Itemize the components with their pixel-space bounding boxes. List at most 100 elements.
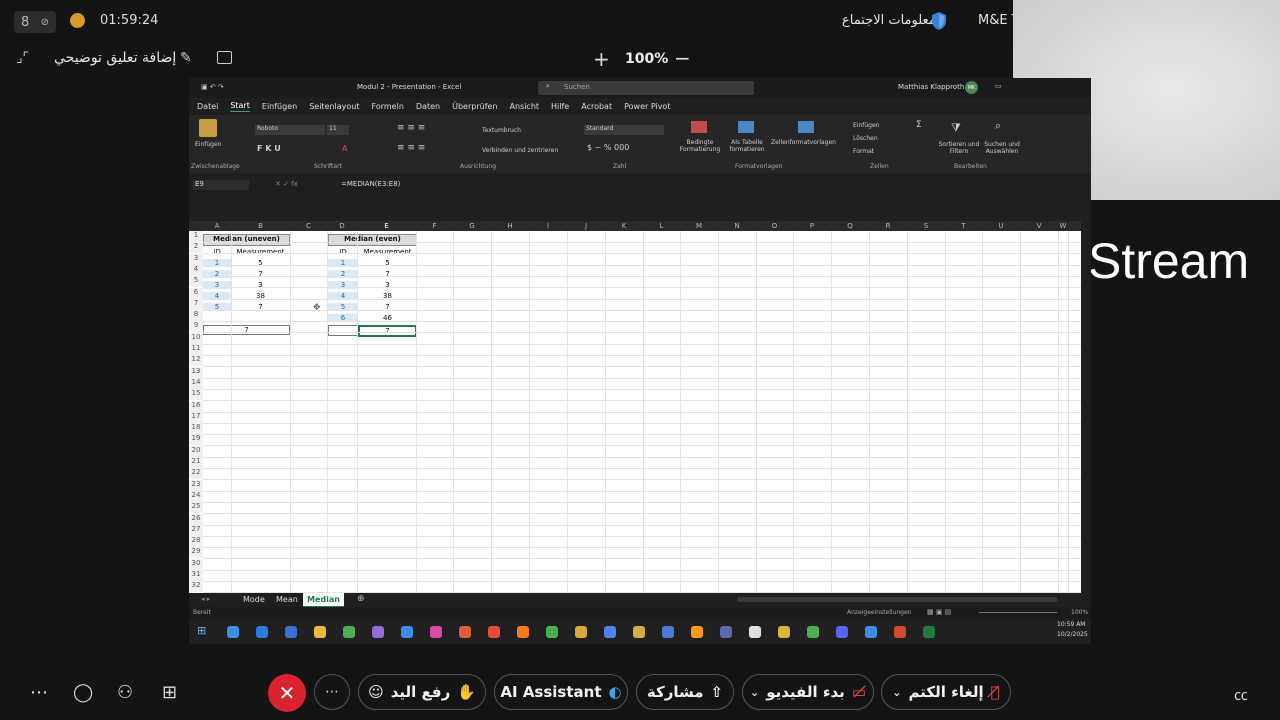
row-number[interactable]: 21 <box>189 457 203 468</box>
uneven-id-header[interactable]: ID <box>203 248 231 256</box>
currency-percent-icons[interactable]: $ ~ % 000 <box>587 143 629 152</box>
add-annotation-button[interactable]: إضافة تعليق توضيحي <box>54 50 176 66</box>
sheet-nav-icon[interactable]: ◂ ▸ <box>201 595 210 603</box>
ai-assistant-button[interactable]: AI Assistant ◐ <box>494 674 628 710</box>
screen-share-icon[interactable] <box>217 51 232 64</box>
taskbar-app-icon[interactable] <box>430 626 442 638</box>
row-number[interactable]: 13 <box>189 366 203 378</box>
sort-filter-label[interactable]: Sortieren und Filtern <box>935 141 983 155</box>
row-number[interactable]: 1 <box>189 231 203 242</box>
row-number[interactable]: 5 <box>189 276 203 288</box>
taskbar-app-icon[interactable] <box>546 626 558 638</box>
share-button[interactable]: مشاركة ⇧ <box>636 674 734 710</box>
row-number[interactable]: 26 <box>189 513 203 525</box>
font-select[interactable]: Roboto <box>255 125 325 135</box>
table-row[interactable]: 5 <box>231 259 290 267</box>
conditional-format-icon[interactable] <box>691 121 707 133</box>
taskbar-app-icon[interactable] <box>720 626 732 638</box>
row-number[interactable]: 9 <box>189 321 203 333</box>
participants-count-badge[interactable]: 8 ⊘ <box>14 11 56 33</box>
format-cells-button[interactable]: Format <box>853 148 874 155</box>
menu-acrobat[interactable]: Acrobat <box>581 102 612 111</box>
formula-cancel-confirm-icons[interactable]: ✕ ✓ fx <box>275 180 298 188</box>
taskbar-app-icon[interactable] <box>604 626 616 638</box>
taskbar-app-icon[interactable] <box>314 626 326 638</box>
shared-excel-window[interactable]: ▣ ↶ ↷ Modul 2 - Presentation - Excel Suc… <box>189 78 1091 644</box>
uneven-measurement-header[interactable]: Measurement <box>231 248 290 256</box>
even-measurement-header[interactable]: Measurement <box>358 248 417 256</box>
row-number[interactable]: 4 <box>189 264 203 276</box>
row-number[interactable]: 17 <box>189 411 203 423</box>
view-mode-icons[interactable]: ▦ ▣ ▤ <box>927 608 951 616</box>
meeting-info-link[interactable]: معلومات الاجتماع <box>842 13 936 28</box>
taskbar-app-icon[interactable] <box>633 626 645 638</box>
menu-ueberpruefen[interactable]: Überprüfen <box>452 102 497 111</box>
zoom-out-button[interactable]: − <box>674 46 691 70</box>
even-empty-cell[interactable] <box>328 325 358 336</box>
captions-icon[interactable]: ㏄ <box>1234 685 1248 705</box>
uneven-median-result[interactable]: 7 <box>203 325 290 335</box>
table-row[interactable]: 5 <box>358 259 417 267</box>
find-select-icon[interactable]: ⌕ <box>995 119 1001 133</box>
find-select-label[interactable]: Suchen und Auswählen <box>982 141 1022 155</box>
row-number[interactable]: 10 <box>189 332 203 344</box>
format-as-table-label[interactable]: Als Tabelle formatieren <box>725 139 769 153</box>
more-options-icon[interactable]: ⋯ <box>30 682 48 703</box>
taskbar-app-icon[interactable] <box>865 626 877 638</box>
row-number[interactable]: 25 <box>189 502 203 514</box>
tab-mode[interactable]: Mode <box>243 595 265 604</box>
taskbar-app-icon[interactable] <box>575 626 587 638</box>
menu-datei[interactable]: Datei <box>197 102 218 111</box>
table-row[interactable]: 1 <box>203 259 231 267</box>
cell-styles-label[interactable]: Zellenformatvorlagen <box>771 139 836 146</box>
excel-search-box[interactable]: Suchen <box>538 81 754 95</box>
sort-filter-icon[interactable]: ⧩ <box>951 121 961 135</box>
display-settings[interactable]: Anzeigeeinstellungen <box>847 609 912 616</box>
format-as-table-icon[interactable] <box>738 121 754 133</box>
bold-button[interactable]: F K U <box>257 144 281 153</box>
annotation-pen-icon[interactable]: ✎ <box>180 50 192 66</box>
menu-formeln[interactable]: Formeln <box>372 102 404 111</box>
conditional-format-label[interactable]: Bedingte Formatierung <box>675 139 725 153</box>
row-number[interactable]: 3 <box>189 253 203 265</box>
participants-icon[interactable]: ⚇ <box>117 682 133 703</box>
row-number[interactable]: 30 <box>189 558 203 570</box>
row-number[interactable]: 27 <box>189 524 203 536</box>
menu-seitenlayout[interactable]: Seitenlayout <box>309 102 359 111</box>
unmute-button[interactable]: ⌄ إلغاء الكتم 🎙̸ <box>881 674 1011 710</box>
zoom-in-button[interactable]: + <box>593 47 610 71</box>
row-number[interactable]: 15 <box>189 389 203 401</box>
horizontal-scrollbar[interactable] <box>737 597 1057 602</box>
row-number[interactable]: 12 <box>189 355 203 367</box>
start-video-button[interactable]: ⌄ بدء الفيديو ▭̸ <box>742 674 874 710</box>
menu-hilfe[interactable]: Hilfe <box>551 102 569 111</box>
taskbar-app-icon[interactable] <box>285 626 297 638</box>
row-number[interactable]: 18 <box>189 423 203 435</box>
taskbar-app-icon[interactable] <box>372 626 384 638</box>
merge-center-button[interactable]: Verbinden und zentrieren <box>482 147 558 154</box>
row-number[interactable]: 32 <box>189 581 203 593</box>
worksheet-grid[interactable]: Median (uneven) ID Measurement 1 5 2 7 3… <box>189 231 1081 593</box>
raise-hand-button[interactable]: ☺ رفع اليد ✋ <box>358 674 486 710</box>
delete-cells-button[interactable]: Löschen <box>853 135 878 142</box>
menu-start[interactable]: Start <box>230 101 250 112</box>
row-number[interactable]: 22 <box>189 468 203 480</box>
taskbar-app-icon[interactable] <box>256 626 268 638</box>
insert-cells-button[interactable]: Einfügen <box>853 122 879 129</box>
row-number[interactable]: 6 <box>189 287 203 299</box>
row-number[interactable]: 24 <box>189 490 203 502</box>
row-number[interactable]: 11 <box>189 344 203 355</box>
menu-power-pivot[interactable]: Power Pivot <box>624 102 670 111</box>
number-format-select[interactable]: Standard <box>584 125 664 135</box>
formula-input[interactable]: =MEDIAN(E3:E8) <box>341 180 400 188</box>
add-sheet-icon[interactable]: ⊕ <box>357 594 365 604</box>
row-number[interactable]: 14 <box>189 377 203 389</box>
more-actions-button[interactable]: ⋯ <box>314 674 350 710</box>
font-color-icon[interactable]: A <box>342 144 347 153</box>
expand-icon[interactable]: ⌟⌜ <box>16 50 29 66</box>
zoom-slider[interactable] <box>979 612 1057 613</box>
save-icon[interactable]: ▣ ↶ ↷ <box>201 83 224 91</box>
taskbar-app-icon[interactable] <box>778 626 790 638</box>
tab-mean[interactable]: Mean <box>276 595 298 604</box>
taskbar-app-icon[interactable] <box>401 626 413 638</box>
